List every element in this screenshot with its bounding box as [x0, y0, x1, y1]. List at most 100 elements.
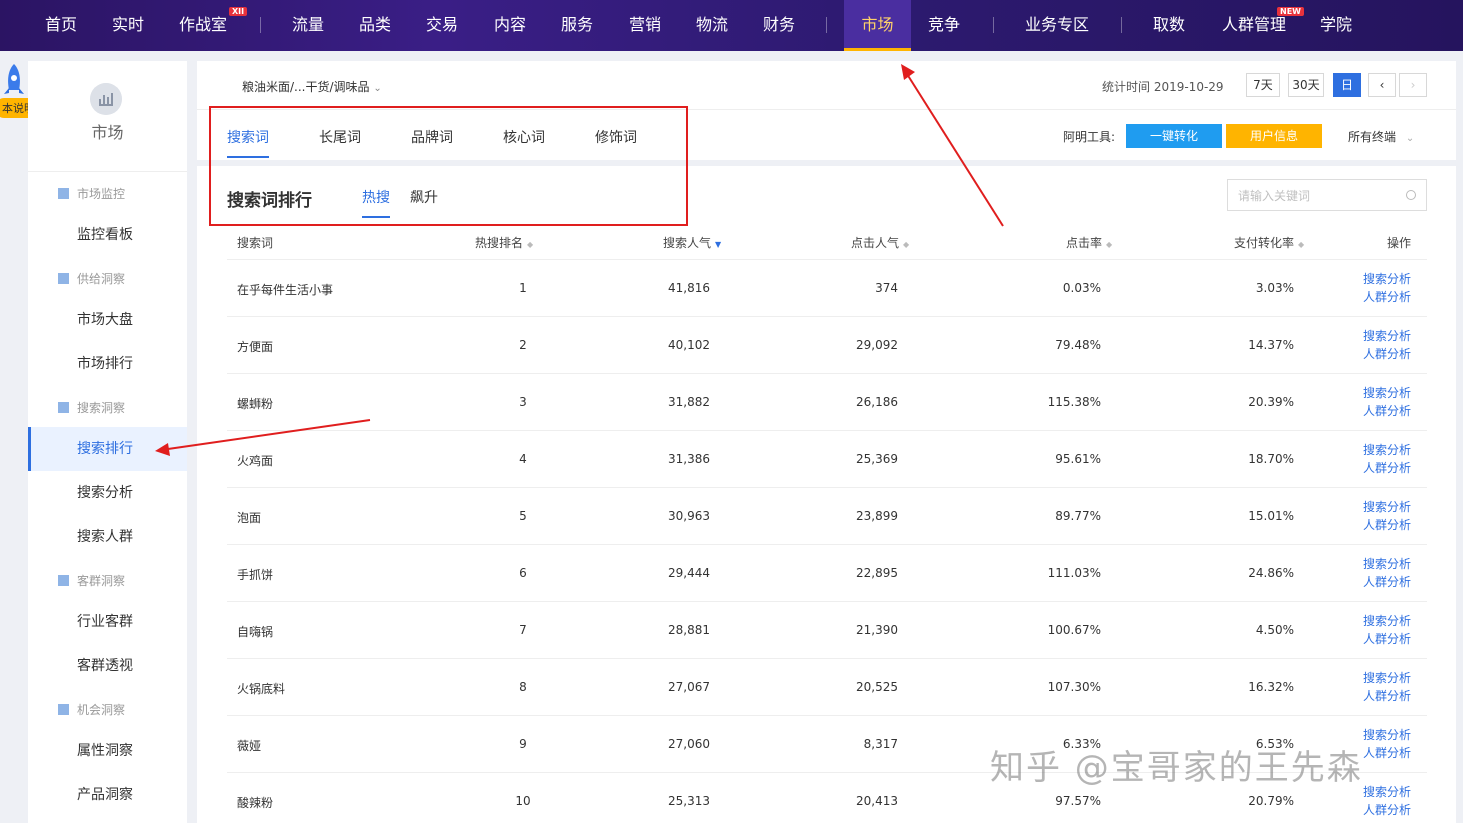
search-analysis-link[interactable]: 搜索分析: [1363, 498, 1411, 516]
col-header-keyword: 搜索词: [237, 236, 274, 250]
search-analysis-link[interactable]: 搜索分析: [1363, 726, 1411, 744]
nav-finance[interactable]: 财务: [763, 0, 795, 51]
building-icon: [58, 273, 69, 284]
col-header-actions: 操作: [1387, 236, 1412, 250]
nav-business-zone[interactable]: 业务专区: [1025, 0, 1089, 51]
cell-search-popularity: 31,386: [668, 452, 710, 466]
divider: [28, 171, 187, 172]
crowd-analysis-link[interactable]: 人群分析: [1363, 402, 1411, 420]
table-row: 火鸡面 4 31,386 25,369 95.61% 18.70% 搜索分析 人群分析: [227, 430, 1427, 487]
cell-ctr: 107.30%: [1047, 680, 1101, 694]
nav-market[interactable]: 市场: [844, 0, 911, 51]
cell-keyword: 酸辣粉: [237, 796, 274, 810]
sort-icon[interactable]: ◆: [1106, 240, 1112, 249]
nav-category[interactable]: 品类: [359, 0, 391, 51]
crowd-analysis-link[interactable]: 人群分析: [1363, 345, 1411, 363]
cell-conversion: 18.70%: [1248, 452, 1294, 466]
sort-icon[interactable]: ◆: [1298, 240, 1304, 249]
sort-icon[interactable]: ◆: [527, 240, 533, 249]
cell-click-popularity: 21,390: [856, 623, 898, 637]
search-analysis-link[interactable]: 搜索分析: [1363, 555, 1411, 573]
nav-marketing[interactable]: 营销: [629, 0, 661, 51]
sidebar-group-market-monitor: 市场监控: [58, 185, 125, 202]
nav-warroom[interactable]: 作战室: [179, 0, 227, 51]
annotation-box: [209, 106, 688, 226]
search-analysis-link[interactable]: 搜索分析: [1363, 612, 1411, 630]
col-header-hot-rank[interactable]: 热搜排名 ◆: [475, 234, 533, 251]
search-analysis-link[interactable]: 搜索分析: [1363, 783, 1411, 801]
device-select[interactable]: 所有终端 ⌄: [1348, 128, 1414, 145]
user-info-button[interactable]: 用户信息: [1226, 124, 1322, 148]
nav-home[interactable]: 首页: [45, 0, 77, 51]
nav-logistics[interactable]: 物流: [696, 0, 728, 51]
search-analysis-link[interactable]: 搜索分析: [1363, 384, 1411, 402]
group-label: 供给洞察: [77, 272, 126, 286]
period-7d-button[interactable]: 7天: [1246, 73, 1280, 97]
sidebar-item-market-overview[interactable]: 市场大盘: [28, 298, 187, 342]
sidebar-item-product-insight[interactable]: 产品洞察: [28, 773, 187, 817]
cell-search-popularity: 40,102: [668, 338, 710, 352]
crowd-analysis-link[interactable]: 人群分析: [1363, 801, 1411, 819]
nav-academy[interactable]: 学院: [1320, 0, 1352, 51]
nav-service[interactable]: 服务: [561, 0, 593, 51]
group-label: 机会洞察: [77, 703, 126, 717]
row-actions: 搜索分析 人群分析: [1363, 384, 1411, 420]
cell-hot-rank: 1: [519, 281, 527, 295]
sidebar-item-market-ranking[interactable]: 市场排行: [28, 342, 187, 386]
nav-separator: [993, 17, 994, 33]
sort-desc-icon[interactable]: ▼: [715, 240, 721, 249]
group-label: 客群洞察: [77, 574, 126, 588]
col-header-click-popularity[interactable]: 点击人气 ◆: [851, 234, 909, 251]
sidebar-item-search-crowd[interactable]: 搜索人群: [28, 515, 187, 559]
crowd-analysis-link[interactable]: 人群分析: [1363, 630, 1411, 648]
breadcrumb-text: 粮油米面/...干货/调味品: [242, 80, 370, 94]
device-select-value: 所有终端: [1348, 130, 1397, 144]
cell-hot-rank: 3: [519, 395, 527, 409]
table-row: 手抓饼 6 29,444 22,895 111.03% 24.86% 搜索分析 人群分析: [227, 544, 1427, 601]
nav-realtime[interactable]: 实时: [112, 0, 144, 51]
crowd-analysis-link[interactable]: 人群分析: [1363, 687, 1411, 705]
search-icon[interactable]: [1406, 190, 1416, 200]
table-panel: 搜索词排行 热搜 飙升 搜索词 热搜排名◆ 搜索人气▼ 点击人气◆ 点击率◆ 支…: [197, 166, 1456, 823]
sort-icon[interactable]: ◆: [903, 240, 909, 249]
sidebar-item-search-ranking[interactable]: 搜索排行: [28, 427, 187, 471]
crowd-analysis-link[interactable]: 人群分析: [1363, 459, 1411, 477]
search-analysis-link[interactable]: 搜索分析: [1363, 669, 1411, 687]
crowd-analysis-link[interactable]: 人群分析: [1363, 516, 1411, 534]
nav-traffic[interactable]: 流量: [292, 0, 324, 51]
one-click-convert-button[interactable]: 一键转化: [1126, 124, 1222, 148]
col-header-label: 点击率: [1066, 236, 1103, 250]
crowd-analysis-link[interactable]: 人群分析: [1363, 573, 1411, 591]
category-breadcrumb[interactable]: 粮油米面/...干货/调味品 ⌄: [242, 78, 382, 95]
group-label: 搜索洞察: [77, 401, 126, 415]
sidebar-item-search-analysis[interactable]: 搜索分析: [28, 471, 187, 515]
cell-keyword: 泡面: [237, 511, 262, 525]
nav-content[interactable]: 内容: [494, 0, 526, 51]
building-icon: [58, 704, 69, 715]
nav-fetch-data[interactable]: 取数: [1153, 0, 1185, 51]
search-analysis-link[interactable]: 搜索分析: [1363, 441, 1411, 459]
cell-click-popularity: 22,895: [856, 566, 898, 580]
col-header-search-popularity[interactable]: 搜索人气 ▼: [663, 234, 721, 251]
crowd-analysis-link[interactable]: 人群分析: [1363, 288, 1411, 306]
cell-hot-rank: 2: [519, 338, 527, 352]
col-header-ctr[interactable]: 点击率 ◆: [1066, 234, 1112, 251]
nav-competition[interactable]: 竞争: [928, 0, 960, 51]
search-analysis-link[interactable]: 搜索分析: [1363, 327, 1411, 345]
period-day-button[interactable]: 日: [1333, 73, 1361, 97]
nav-trade[interactable]: 交易: [426, 0, 458, 51]
sidebar-item-attribute-insight[interactable]: 属性洞察: [28, 729, 187, 773]
col-header-conversion[interactable]: 支付转化率 ◆: [1234, 234, 1304, 251]
crowd-analysis-link[interactable]: 人群分析: [1363, 744, 1411, 762]
chevron-down-icon: ⌄: [1405, 133, 1415, 144]
cell-ctr: 89.77%: [1055, 509, 1101, 523]
sidebar-item-monitor-board[interactable]: 监控看板: [28, 213, 187, 257]
prev-date-button[interactable]: ‹: [1368, 73, 1396, 97]
sidebar-item-industry-customers[interactable]: 行业客群: [28, 600, 187, 644]
next-date-button[interactable]: ›: [1399, 73, 1427, 97]
cell-conversion: 14.37%: [1248, 338, 1294, 352]
keyword-search-input[interactable]: [1238, 186, 1398, 206]
period-30d-button[interactable]: 30天: [1288, 73, 1324, 97]
sidebar-item-customer-insight[interactable]: 客群透视: [28, 644, 187, 688]
search-analysis-link[interactable]: 搜索分析: [1363, 270, 1411, 288]
